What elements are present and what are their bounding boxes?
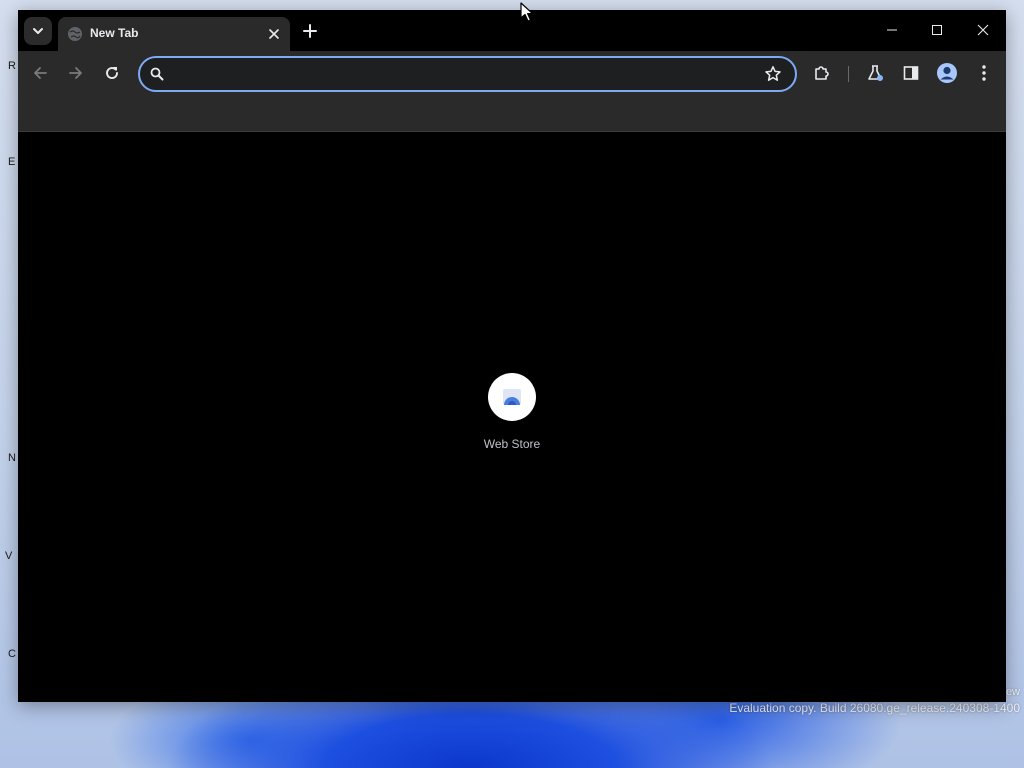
tab-search-button[interactable] xyxy=(24,17,52,45)
desktop-icon-fragment: N xyxy=(8,452,16,464)
web-store-icon xyxy=(503,389,521,405)
extensions-button[interactable] xyxy=(808,59,836,87)
new-tab-button[interactable] xyxy=(298,19,322,43)
plus-icon xyxy=(303,24,317,38)
maximize-button[interactable] xyxy=(917,16,957,44)
desktop-icon-fragment: C xyxy=(8,648,16,660)
globe-icon xyxy=(68,27,82,41)
more-menu-icon xyxy=(982,65,986,81)
profile-avatar-icon xyxy=(937,63,957,83)
shortcut-icon-container xyxy=(488,373,536,421)
desktop-icon-fragment: V xyxy=(5,550,13,562)
labs-button[interactable] xyxy=(861,59,889,87)
star-icon xyxy=(765,66,781,81)
desktop-icon-fragment: E xyxy=(8,156,16,168)
chevron-down-icon xyxy=(33,28,43,34)
labs-flask-icon xyxy=(868,65,883,81)
minimize-icon xyxy=(887,29,897,31)
reload-button[interactable] xyxy=(98,59,126,87)
forward-arrow-icon xyxy=(69,67,82,79)
back-arrow-icon xyxy=(34,67,47,79)
back-button[interactable] xyxy=(26,59,54,87)
bookmark-button[interactable] xyxy=(763,64,783,84)
maximize-icon xyxy=(932,25,942,35)
minimize-button[interactable] xyxy=(872,16,912,44)
mouse-cursor-icon xyxy=(520,2,534,22)
desktop-icon-fragment: R xyxy=(8,60,16,72)
browser-toolbar xyxy=(18,51,1006,97)
toolbar-separator xyxy=(848,66,849,82)
profile-button[interactable] xyxy=(933,59,961,87)
shortcut-label: Web Store xyxy=(483,437,541,451)
forward-button[interactable] xyxy=(62,59,90,87)
extensions-puzzle-icon xyxy=(815,66,829,80)
close-icon xyxy=(269,29,279,39)
new-tab-page: Web Store xyxy=(18,132,1006,702)
more-menu-button[interactable] xyxy=(970,59,998,87)
close-icon xyxy=(977,24,989,36)
tab-new-tab[interactable]: New Tab xyxy=(58,17,290,51)
shortcut-web-store[interactable]: Web Store xyxy=(472,373,552,463)
search-icon xyxy=(150,67,164,81)
bookmarks-bar xyxy=(18,97,1006,132)
watermark-edition: ew xyxy=(1005,686,1020,698)
close-window-button[interactable] xyxy=(963,16,1003,44)
browser-window: New Tab Web Store xyxy=(18,10,1006,702)
address-input[interactable] xyxy=(172,62,756,88)
address-bar[interactable] xyxy=(138,56,797,92)
tab-title: New Tab xyxy=(90,26,139,40)
side-panel-icon xyxy=(903,66,919,80)
side-panel-button[interactable] xyxy=(897,59,925,87)
tab-close-button[interactable] xyxy=(264,24,284,44)
watermark-build: Evaluation copy. Build 26080.ge_release.… xyxy=(729,701,1020,715)
reload-icon xyxy=(106,67,118,79)
tab-strip: New Tab xyxy=(18,10,1006,51)
